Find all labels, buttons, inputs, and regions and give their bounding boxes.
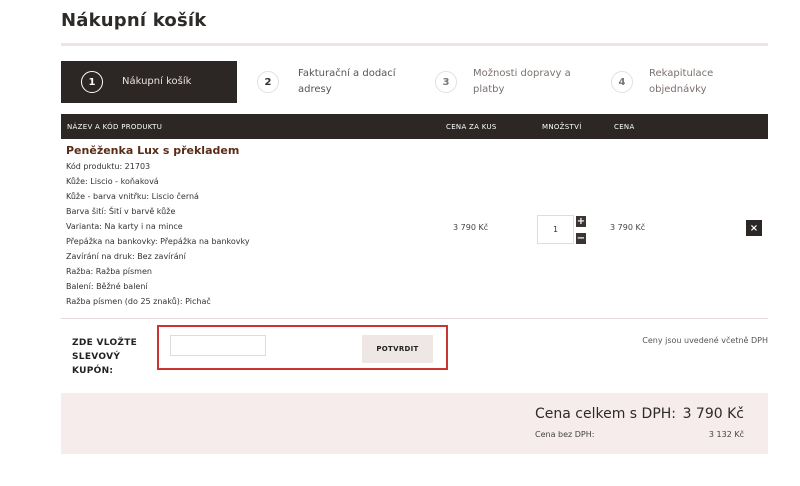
product-attribute: Barva šití: Šití v barvě kůže	[66, 207, 176, 216]
table-header: NÁZEV A KÓD PRODUKTU CENA ZA KUS MNOŽSTV…	[61, 114, 768, 139]
column-price: CENA	[614, 123, 635, 131]
product-attribute: Přepážka na bankovky: Přepážka na bankov…	[66, 237, 250, 246]
row-divider	[61, 318, 768, 319]
line-total-price: 3 790 Kč	[610, 223, 646, 232]
page-title: Nákupní košík	[61, 10, 207, 31]
step-number: 4	[611, 71, 633, 93]
step-summary[interactable]: 4 Rekapitulace objednávky	[611, 61, 768, 103]
checkout-steps: 1 Nákupní košík 2 Fakturační a dodací ad…	[61, 61, 768, 103]
column-unit-price: CENA ZA KUS	[446, 123, 497, 131]
step-shipping-payment[interactable]: 3 Možnosti dopravy a platby	[435, 61, 611, 103]
product-attribute: Zavírání na druk: Bez zavírání	[66, 252, 186, 261]
step-cart[interactable]: 1 Nákupní košík	[61, 61, 237, 103]
cart-item: Peněženka Lux s překladem Kód produktu: …	[66, 144, 250, 309]
total-value: 3 790 Kč	[682, 406, 744, 422]
net-value: 3 132 Kč	[708, 430, 744, 439]
step-label: Fakturační a dodací adresy	[298, 68, 396, 95]
column-product: NÁZEV A KÓD PRODUKTU	[67, 123, 163, 131]
total-label: Cena celkem s DPH:	[535, 406, 677, 422]
step-number: 3	[435, 71, 457, 93]
quantity-increase-button[interactable]: +	[576, 216, 586, 227]
step-label: Rekapitulace objednávky	[649, 68, 714, 95]
quantity-input[interactable]: 1	[537, 215, 574, 244]
remove-item-button[interactable]: ×	[746, 220, 762, 236]
product-attribute: Kód produktu: 21703	[66, 162, 151, 171]
title-divider	[61, 43, 768, 46]
step-label: Nákupní košík	[122, 76, 192, 87]
confirm-coupon-button[interactable]: POTVRDIT	[362, 335, 433, 363]
product-attribute: Ražba: Ražba písmen	[66, 267, 152, 276]
quantity-decrease-button[interactable]: −	[576, 233, 586, 244]
vat-note: Ceny jsou uvedené včetně DPH	[642, 336, 768, 345]
coupon-label: ZDE VLOŽTE SLEVOVÝ KUPÓN:	[72, 338, 138, 376]
product-attribute: Varianta: Na karty i na mince	[66, 222, 183, 231]
product-attributes: Kód produktu: 21703 Kůže: Liscio - koňak…	[66, 159, 250, 309]
product-attribute: Ražba písmen (do 25 znaků): Pichač	[66, 297, 211, 306]
product-attribute: Balení: Běžné balení	[66, 282, 148, 291]
product-attribute: Kůže - barva vnitřku: Liscio černá	[66, 192, 199, 201]
coupon-input[interactable]	[170, 335, 266, 356]
step-addresses[interactable]: 2 Fakturační a dodací adresy	[257, 61, 427, 103]
unit-price: 3 790 Kč	[453, 223, 489, 232]
step-number: 2	[257, 71, 279, 93]
column-quantity: MNOŽSTVÍ	[542, 123, 582, 131]
order-summary: Cena celkem s DPH: 3 790 Kč Cena bez DPH…	[61, 393, 768, 454]
step-label: Možnosti dopravy a platby	[473, 68, 571, 95]
step-number: 1	[81, 71, 103, 93]
net-label: Cena bez DPH:	[535, 430, 595, 439]
product-attribute: Kůže: Liscio - koňaková	[66, 177, 159, 186]
product-name[interactable]: Peněženka Lux s překladem	[66, 144, 250, 157]
